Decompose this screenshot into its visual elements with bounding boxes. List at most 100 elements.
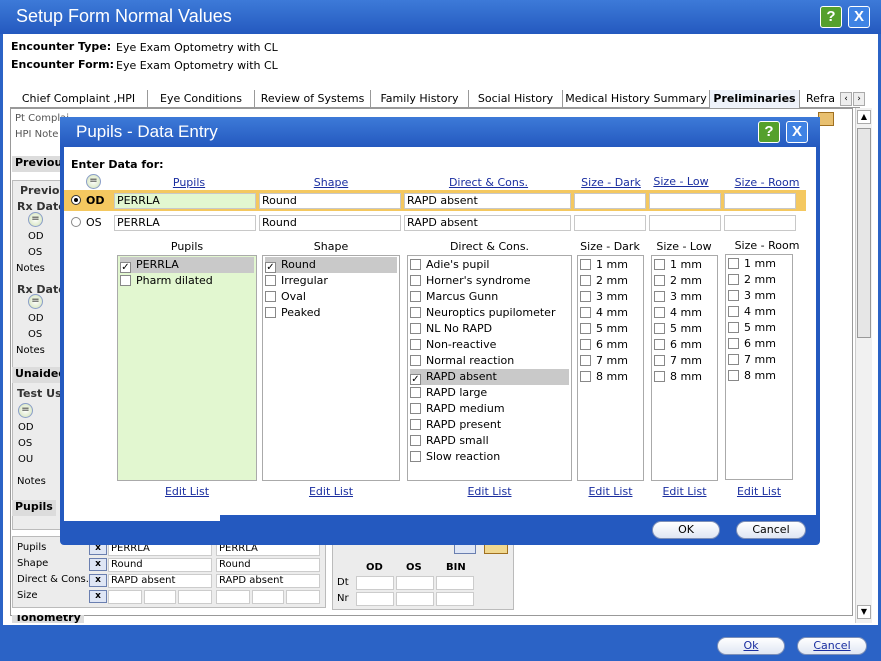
size-option[interactable]: 6 mm	[654, 337, 702, 353]
size-option[interactable]: 6 mm	[728, 336, 776, 352]
direct-option[interactable]: Non-reactive	[410, 337, 496, 353]
vertical-scrollbar[interactable]: ▲ ▼	[855, 108, 872, 623]
size-dark-list[interactable]: 1 mm 2 mm 3 mm 4 mm 5 mm 6 mm 7 mm 8 mm	[577, 255, 644, 481]
shape-option[interactable]: Oval	[265, 289, 306, 305]
size-option[interactable]: 5 mm	[728, 320, 776, 336]
size-option[interactable]: 7 mm	[728, 352, 776, 368]
shape-od-cell[interactable]: Round	[108, 558, 212, 572]
checkbox-icon[interactable]	[265, 307, 276, 318]
dt-os-cell[interactable]	[396, 576, 434, 590]
header-link-size-dark[interactable]: Size - Dark	[576, 176, 646, 189]
direct-option[interactable]: RAPD small	[410, 433, 489, 449]
shape-list[interactable]: ✓ Round Irregular Oval Peaked	[262, 255, 400, 481]
os-pupils-field[interactable]: PERRLA	[114, 215, 256, 231]
checkbox-icon[interactable]	[410, 403, 421, 414]
checkbox-icon[interactable]	[654, 339, 665, 350]
nr-bin-cell[interactable]	[436, 592, 474, 606]
od-direct-field[interactable]: RAPD absent	[404, 193, 571, 209]
select-all-rows-icon[interactable]: =	[86, 174, 101, 189]
size-option[interactable]: 8 mm	[580, 369, 628, 385]
checkbox-icon[interactable]	[410, 355, 421, 366]
checkbox-icon[interactable]	[120, 275, 131, 286]
checkbox-icon[interactable]	[728, 338, 739, 349]
clear-size-button[interactable]: x	[89, 590, 107, 603]
direct-option[interactable]: ✓ RAPD absent	[410, 369, 569, 385]
cancel-button[interactable]: Cancel	[797, 637, 867, 655]
size-option[interactable]: 3 mm	[728, 288, 776, 304]
checkbox-icon[interactable]	[580, 291, 591, 302]
scroll-thumb[interactable]	[857, 128, 871, 338]
checkbox-icon[interactable]: ✓	[410, 374, 421, 385]
direct-option[interactable]: RAPD large	[410, 385, 487, 401]
size-os-room-cell[interactable]	[286, 590, 320, 604]
size-option[interactable]: 1 mm	[580, 257, 628, 273]
tab-medical-history-summary[interactable]: Medical History Summary	[563, 90, 710, 108]
direct-option[interactable]: RAPD present	[410, 417, 501, 433]
checkbox-icon[interactable]	[580, 275, 591, 286]
direct-option[interactable]: Horner's syndrome	[410, 273, 531, 289]
checkbox-icon[interactable]	[410, 323, 421, 334]
size-os-dark-cell[interactable]	[216, 590, 250, 604]
checkbox-icon[interactable]	[580, 259, 591, 270]
size-option[interactable]: 5 mm	[580, 321, 628, 337]
size-option[interactable]: 6 mm	[580, 337, 628, 353]
pupils-option[interactable]: Pharm dilated	[120, 273, 254, 289]
os-size-dark-field[interactable]	[574, 215, 646, 231]
select-all-icon[interactable]: =	[28, 212, 43, 227]
size-option[interactable]: 4 mm	[728, 304, 776, 320]
shape-option[interactable]: Irregular	[265, 273, 328, 289]
od-size-low-field[interactable]	[649, 193, 721, 209]
checkbox-icon[interactable]	[728, 322, 739, 333]
tab-refraction[interactable]: Refra	[800, 90, 836, 108]
checkbox-icon[interactable]	[580, 307, 591, 318]
edit-list-size-dark-link[interactable]: Edit List	[577, 485, 644, 498]
od-shape-field[interactable]: Round	[259, 193, 401, 209]
checkbox-icon[interactable]	[265, 291, 276, 302]
notes-icon[interactable]	[818, 112, 834, 126]
direct-od-cell[interactable]: RAPD absent	[108, 574, 212, 588]
os-shape-field[interactable]: Round	[259, 215, 401, 231]
edit-list-pupils-link[interactable]: Edit List	[117, 485, 257, 498]
size-option[interactable]: 5 mm	[654, 321, 702, 337]
direct-option[interactable]: NL No RAPD	[410, 321, 492, 337]
checkbox-icon[interactable]	[410, 307, 421, 318]
dialog-ok-button[interactable]: OK	[652, 521, 720, 539]
size-option[interactable]: 1 mm	[728, 256, 776, 272]
od-pupils-field[interactable]: PERRLA	[114, 193, 256, 209]
scroll-down-icon[interactable]: ▼	[857, 605, 871, 619]
size-option[interactable]: 7 mm	[654, 353, 702, 369]
checkbox-icon[interactable]	[654, 307, 665, 318]
direct-option[interactable]: RAPD medium	[410, 401, 505, 417]
shape-option[interactable]: ✓ Round	[265, 257, 397, 273]
size-option[interactable]: 2 mm	[728, 272, 776, 288]
ok-button[interactable]: Ok	[717, 637, 785, 655]
checkbox-icon[interactable]	[654, 371, 665, 382]
help-icon[interactable]: ?	[820, 6, 842, 28]
direct-os-cell[interactable]: RAPD absent	[216, 574, 320, 588]
checkbox-icon[interactable]	[410, 259, 421, 270]
size-os-low-cell[interactable]	[252, 590, 284, 604]
checkbox-icon[interactable]	[410, 435, 421, 446]
clear-shape-button[interactable]: x	[89, 558, 107, 571]
dialog-help-icon[interactable]: ?	[758, 121, 780, 143]
close-icon[interactable]: X	[848, 6, 870, 28]
direct-cons-list[interactable]: Adie's pupil Horner's syndrome Marcus Gu…	[407, 255, 572, 481]
direct-option[interactable]: Normal reaction	[410, 353, 514, 369]
checkbox-icon[interactable]	[265, 275, 276, 286]
checkbox-icon[interactable]	[654, 275, 665, 286]
size-option[interactable]: 1 mm	[654, 257, 702, 273]
tab-scroll-left-icon[interactable]: ‹	[840, 92, 852, 106]
size-od-room-cell[interactable]	[178, 590, 212, 604]
size-option[interactable]: 8 mm	[728, 368, 776, 384]
checkbox-icon[interactable]	[410, 419, 421, 430]
od-radio[interactable]	[71, 195, 81, 205]
header-link-shape[interactable]: Shape	[261, 176, 401, 189]
od-size-room-field[interactable]	[724, 193, 796, 209]
tab-scroll-right-icon[interactable]: ›	[853, 92, 865, 106]
size-option[interactable]: 8 mm	[654, 369, 702, 385]
checkbox-icon[interactable]	[410, 387, 421, 398]
checkbox-icon[interactable]	[410, 339, 421, 350]
checkbox-icon[interactable]	[728, 274, 739, 285]
edit-list-direct-link[interactable]: Edit List	[407, 485, 572, 498]
dt-bin-cell[interactable]	[436, 576, 474, 590]
